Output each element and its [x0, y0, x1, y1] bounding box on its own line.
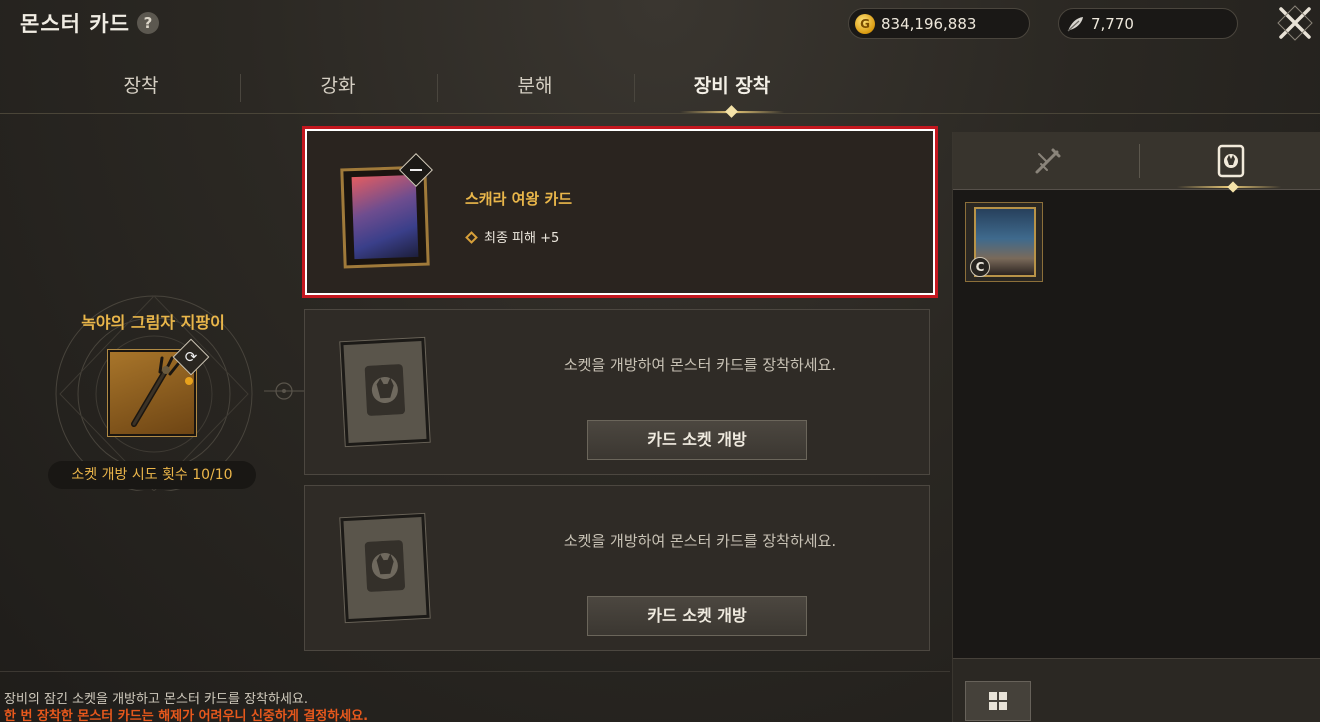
grade-badge: C: [970, 257, 990, 277]
gold-amount: 834,196,883: [881, 14, 977, 33]
header: 몬스터 카드 ? G 834,196,883 7,770: [0, 0, 1320, 48]
card-effect-text: 최종 피해 +5: [484, 231, 560, 246]
active-tab-diamond-icon: [1227, 181, 1239, 193]
open-socket-button[interactable]: 카드 소켓 개방: [587, 596, 807, 636]
wolf-emblem-icon: [364, 540, 406, 592]
minus-icon[interactable]: [410, 169, 422, 171]
card-effect: 최종 피해 +5: [465, 227, 559, 246]
card-inventory-panel: C: [952, 132, 1320, 722]
silver-currency: 7,770: [1058, 8, 1238, 39]
locked-socket: 소켓을 개방하여 몬스터 카드를 장착하세요. 카드 소켓 개방: [304, 485, 930, 651]
tab-gear-equip[interactable]: 장비 장착: [634, 70, 830, 110]
gold-currency: G 834,196,883: [848, 8, 1030, 39]
diamond-bullet-icon: [465, 231, 478, 244]
warning-text: 한 번 장착한 몬스터 카드는 해제가 어려우니 신중하게 결정하세요.: [4, 709, 369, 722]
inventory-tabs: [953, 132, 1320, 193]
socket-attempts-badge: 소켓 개방 시도 횟수 10/10: [48, 461, 256, 489]
wolf-emblem-icon: [364, 364, 406, 416]
page-title: 몬스터 카드: [20, 12, 130, 36]
grid-icon: [989, 692, 1007, 710]
card-name: 스캐라 여왕 카드: [465, 190, 573, 208]
monster-card-screen: 몬스터 카드 ? G 834,196,883 7,770 장착 강화 분해 장비…: [0, 0, 1320, 722]
main-tabs: 장착 강화 분해 장비 장착: [0, 64, 1320, 118]
tab-equip[interactable]: 장착: [43, 70, 239, 110]
equipment-panel: 녹야의 그림자 지팡이 ⟳ 소켓 개방 시도 횟수 10/10: [0, 115, 304, 675]
socket-message: 소켓을 개방하여 몬스터 카드를 장착하세요.: [563, 356, 837, 374]
monster-card-tab-icon[interactable]: [1215, 142, 1249, 180]
close-icon[interactable]: [1276, 4, 1314, 42]
open-socket-button[interactable]: 카드 소켓 개방: [587, 420, 807, 460]
empty-card-slot: [340, 513, 430, 623]
equipment-tab-icon[interactable]: [1031, 144, 1065, 178]
status-dot-icon: [185, 377, 193, 385]
grid-view-button[interactable]: [965, 681, 1031, 721]
refresh-icon[interactable]: ⟳: [181, 346, 201, 366]
equipment-name: 녹야의 그림자 지팡이: [81, 313, 225, 332]
tab-enhance[interactable]: 강화: [240, 70, 436, 110]
crosshair-icon: [264, 382, 304, 400]
help-icon[interactable]: ?: [137, 12, 159, 34]
silver-amount: 7,770: [1091, 14, 1134, 33]
feather-icon: [1067, 16, 1083, 31]
tab-divider: [1139, 144, 1140, 178]
socket-message: 소켓을 개방하여 몬스터 카드를 장착하세요.: [563, 532, 837, 550]
footer-info: 장비의 잠긴 소켓을 개방하고 몬스터 카드를 장착하세요. 한 번 장착한 몬…: [0, 671, 950, 722]
tab-disassemble[interactable]: 분해: [437, 70, 633, 110]
empty-card-slot: [340, 337, 430, 447]
inventory-footer: [953, 658, 1320, 722]
inventory-card[interactable]: C: [965, 202, 1043, 282]
gold-coin-icon: G: [855, 13, 875, 34]
card-art: [351, 174, 419, 260]
locked-socket: 소켓을 개방하여 몬스터 카드를 장착하세요. 카드 소켓 개방: [304, 309, 930, 475]
